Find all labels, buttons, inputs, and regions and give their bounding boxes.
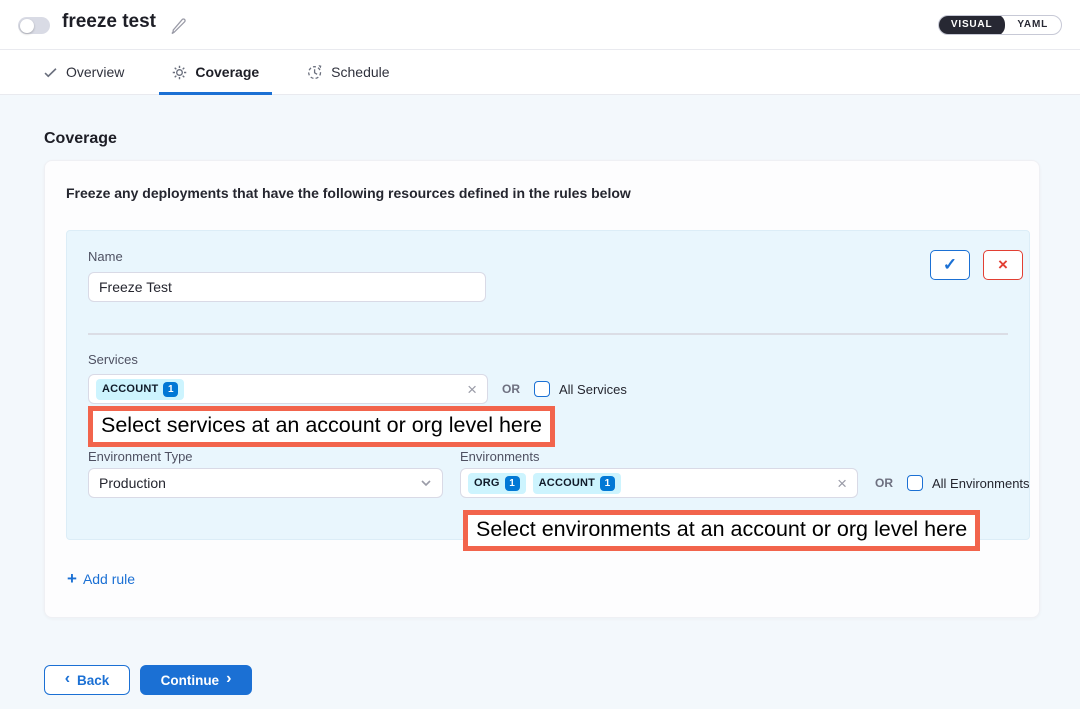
- tab-coverage[interactable]: Coverage: [159, 50, 272, 94]
- chevron-down-icon: [420, 479, 432, 487]
- visual-mode-button[interactable]: VISUAL: [938, 15, 1005, 35]
- environments-or-label: OR: [875, 476, 893, 490]
- add-rule-button[interactable]: + Add rule: [67, 570, 135, 587]
- freeze-studio-page: freeze test VISUAL YAML Overview: [0, 0, 1080, 709]
- environment-scope-tag[interactable]: ORG 1: [468, 473, 526, 494]
- schedule-clock-icon: [307, 64, 323, 80]
- yaml-mode-button[interactable]: YAML: [1004, 15, 1061, 35]
- confirm-rule-button[interactable]: ✓: [930, 250, 970, 280]
- all-services-checkbox[interactable]: [534, 381, 550, 397]
- tab-overview-label: Overview: [66, 64, 124, 80]
- environment-type-label: Environment Type: [88, 449, 193, 464]
- close-icon: ×: [998, 255, 1008, 275]
- environment-scope-tag[interactable]: ACCOUNT 1: [533, 473, 621, 494]
- all-environments-checkbox[interactable]: [907, 475, 923, 491]
- add-rule-label: Add rule: [83, 571, 135, 587]
- tag-scope: ACCOUNT: [539, 477, 595, 489]
- environment-type-select[interactable]: Production: [88, 468, 443, 498]
- cancel-rule-button[interactable]: ×: [983, 250, 1023, 280]
- services-label: Services: [88, 352, 138, 367]
- tag-count-badge: 1: [600, 476, 615, 491]
- chevron-left-icon: ‹: [65, 670, 70, 688]
- tag-count-badge: 1: [505, 476, 520, 491]
- service-scope-tag[interactable]: ACCOUNT 1: [96, 379, 184, 400]
- tab-schedule[interactable]: Schedule: [294, 50, 402, 94]
- tag-scope: ACCOUNT: [102, 383, 158, 395]
- coverage-description: Freeze any deployments that have the fol…: [66, 185, 631, 201]
- tab-bar: Overview Coverage Schedule: [0, 50, 1080, 95]
- plus-icon: +: [67, 570, 77, 587]
- environment-type-value: Production: [99, 475, 420, 491]
- environments-annotation: Select environments at an account or org…: [463, 510, 980, 551]
- back-button[interactable]: ‹ Back: [44, 665, 130, 695]
- top-bar: freeze test VISUAL YAML: [0, 0, 1080, 50]
- freeze-enabled-toggle[interactable]: [18, 17, 50, 34]
- name-label: Name: [88, 249, 123, 264]
- rule-name-input[interactable]: [88, 272, 486, 302]
- all-services-label: All Services: [559, 382, 627, 397]
- page-title: freeze test: [62, 11, 156, 33]
- gear-icon: [172, 65, 187, 80]
- tab-schedule-label: Schedule: [331, 64, 389, 80]
- visual-yaml-switch: VISUAL YAML: [938, 15, 1062, 35]
- tab-overview[interactable]: Overview: [30, 50, 137, 94]
- tab-coverage-label: Coverage: [195, 64, 259, 80]
- toggle-knob: [20, 19, 34, 33]
- clear-environments-icon[interactable]: ×: [837, 475, 847, 492]
- environments-label: Environments: [460, 449, 539, 464]
- all-environments-label: All Environments: [932, 476, 1030, 491]
- services-annotation: Select services at an account or org lev…: [88, 406, 555, 447]
- check-icon: [43, 65, 58, 80]
- services-or-label: OR: [502, 382, 520, 396]
- continue-button[interactable]: Continue ›: [140, 665, 252, 695]
- edit-title-button[interactable]: [169, 15, 189, 35]
- tag-count-badge: 1: [163, 382, 178, 397]
- continue-button-label: Continue: [161, 673, 220, 688]
- rule-divider: [88, 333, 1008, 335]
- services-input[interactable]: ACCOUNT 1 ×: [88, 374, 488, 404]
- tag-scope: ORG: [474, 477, 500, 489]
- environments-input[interactable]: ORG 1 ACCOUNT 1 ×: [460, 468, 858, 498]
- clear-services-icon[interactable]: ×: [467, 381, 477, 398]
- pencil-icon: [169, 15, 189, 35]
- coverage-section-title: Coverage: [44, 130, 117, 148]
- back-button-label: Back: [77, 673, 109, 688]
- chevron-right-icon: ›: [226, 670, 231, 688]
- check-icon: ✓: [943, 255, 957, 275]
